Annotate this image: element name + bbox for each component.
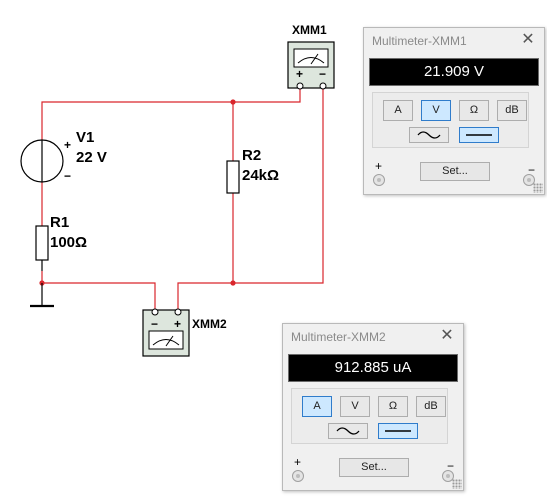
dc-line-icon [466, 134, 492, 136]
window-titlebar[interactable]: Multimeter-XMM2 ✕ [283, 324, 463, 350]
multimeter-xmm2-window[interactable]: Multimeter-XMM2 ✕ 912.885 uA A V Ω dB + … [282, 323, 464, 491]
close-icon[interactable]: ✕ [437, 326, 457, 346]
resize-grip-icon[interactable] [452, 479, 462, 489]
multimeter-xmm1-symbol[interactable] [287, 41, 335, 90]
v1-name-label: V1 [76, 129, 94, 146]
ac-mode-button[interactable] [409, 127, 449, 143]
xmm2-minus-sign: − [151, 317, 158, 331]
dc-line-icon [385, 430, 411, 432]
mode-button-amps[interactable]: A [302, 396, 332, 417]
meter-reading-display: 912.885 uA [288, 354, 458, 382]
ac-wave-icon [336, 427, 360, 435]
plus-terminal[interactable] [292, 470, 304, 482]
dc-mode-button[interactable] [459, 127, 499, 143]
xmm1-plus-sign: + [296, 67, 303, 81]
resistor-r1[interactable] [35, 225, 49, 261]
mode-button-group: A V Ω dB [372, 92, 529, 148]
r2-value-label: 24kΩ [242, 167, 279, 184]
mode-button-group: A V Ω dB [291, 388, 448, 444]
mode-button-db[interactable]: dB [416, 396, 446, 417]
source-minus-sign: − [64, 169, 71, 183]
ac-mode-button[interactable] [328, 423, 368, 439]
xmm1-minus-sign: − [319, 67, 326, 81]
xmm2-name-label: XMM2 [192, 317, 227, 331]
resize-grip-icon[interactable] [533, 183, 543, 193]
set-button[interactable]: Set... [339, 458, 409, 477]
mode-button-ohms[interactable]: Ω [459, 100, 489, 121]
plus-terminal-label: + [375, 159, 383, 173]
junction-dot [230, 99, 236, 105]
voltage-source-v1[interactable] [20, 139, 64, 183]
mode-button-db[interactable]: dB [497, 100, 527, 121]
window-titlebar[interactable]: Multimeter-XMM1 ✕ [364, 28, 544, 54]
wire-xmm1-minus [177, 86, 324, 312]
mode-button-volts[interactable]: V [421, 100, 451, 121]
wires [41, 86, 324, 312]
window-title: Multimeter-XMM2 [291, 330, 386, 344]
wire-bottom [41, 271, 156, 312]
multimeter-xmm1-window[interactable]: Multimeter-XMM1 ✕ 21.909 V A V Ω dB + − … [363, 27, 545, 195]
mode-button-volts[interactable]: V [340, 396, 370, 417]
ac-wave-icon [417, 131, 441, 139]
meter-reading-display: 21.909 V [369, 58, 539, 86]
resistor-r2[interactable] [226, 160, 240, 194]
junction-dot [230, 280, 236, 286]
window-title: Multimeter-XMM1 [372, 34, 467, 48]
mode-button-ohms[interactable]: Ω [378, 396, 408, 417]
multimeter-xmm2-symbol[interactable] [142, 308, 190, 357]
mode-button-amps[interactable]: A [383, 100, 413, 121]
close-icon[interactable]: ✕ [518, 30, 538, 50]
xmm2-plus-sign: + [174, 317, 181, 331]
r1-value-label: 100Ω [50, 234, 87, 251]
r1-name-label: R1 [50, 214, 69, 231]
ground-symbol[interactable] [30, 283, 54, 308]
v1-value-label: 22 V [76, 149, 107, 166]
source-plus-sign: + [64, 138, 71, 152]
plus-terminal[interactable] [373, 174, 385, 186]
xmm1-name-label: XMM1 [292, 23, 327, 37]
dc-mode-button[interactable] [378, 423, 418, 439]
set-button[interactable]: Set... [420, 162, 490, 181]
plus-terminal-label: + [294, 455, 302, 469]
r2-name-label: R2 [242, 147, 261, 164]
